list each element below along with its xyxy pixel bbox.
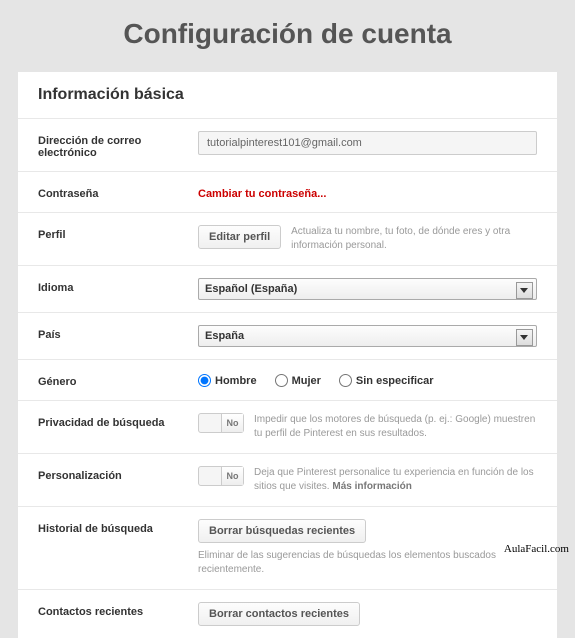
search-history-helper: Eliminar de las sugerencias de búsquedas… [198, 549, 537, 577]
label-personalization: Personalización [38, 466, 198, 482]
gender-radio-unspecified-input[interactable] [339, 374, 352, 387]
search-privacy-toggle-knob: No [221, 414, 243, 432]
row-gender: Género Hombre Mujer Sin especificar [18, 359, 557, 400]
row-language: Idioma Español (España) [18, 265, 557, 312]
row-profile: Perfil Editar perfil Actualiza tu nombre… [18, 212, 557, 265]
label-country: País [38, 325, 198, 341]
label-password: Contraseña [38, 184, 198, 200]
label-gender: Género [38, 372, 198, 388]
clear-recent-contacts-button[interactable]: Borrar contactos recientes [198, 602, 360, 626]
personalization-toggle[interactable]: No [198, 466, 244, 486]
gender-radio-group: Hombre Mujer Sin especificar [198, 372, 434, 387]
section-title: Información básica [18, 72, 557, 118]
row-search-history: Historial de búsqueda Borrar búsquedas r… [18, 506, 557, 589]
edit-profile-button[interactable]: Editar perfil [198, 225, 281, 249]
gender-radio-male-input[interactable] [198, 374, 211, 387]
label-recent-contacts: Contactos recientes [38, 602, 198, 618]
clear-search-history-button[interactable]: Borrar búsquedas recientes [198, 519, 366, 543]
label-search-privacy: Privacidad de búsqueda [38, 413, 198, 429]
gender-label-male: Hombre [215, 375, 257, 387]
gender-radio-unspecified[interactable]: Sin especificar [339, 374, 434, 387]
watermark: AulaFacil.com [504, 543, 569, 555]
gender-radio-female[interactable]: Mujer [275, 374, 321, 387]
change-password-link[interactable]: Cambiar tu contraseña... [198, 184, 326, 200]
row-email: Dirección de correo electrónico [18, 118, 557, 171]
settings-panel: Información básica Dirección de correo e… [18, 72, 557, 638]
row-country: País España [18, 312, 557, 359]
gender-label-female: Mujer [292, 375, 321, 387]
label-search-history: Historial de búsqueda [38, 519, 198, 535]
email-field[interactable] [198, 131, 537, 155]
personalization-toggle-knob: No [221, 467, 243, 485]
personalization-more-info-link[interactable]: Más información [332, 481, 411, 492]
search-privacy-helper: Impedir que los motores de búsqueda (p. … [254, 413, 537, 441]
gender-radio-male[interactable]: Hombre [198, 374, 257, 387]
language-select[interactable]: Español (España) [198, 278, 537, 300]
label-email: Dirección de correo electrónico [38, 131, 198, 159]
country-select[interactable]: España [198, 325, 537, 347]
row-password: Contraseña Cambiar tu contraseña... [18, 171, 557, 212]
language-select-wrap: Español (España) [198, 278, 537, 300]
gender-radio-female-input[interactable] [275, 374, 288, 387]
label-profile: Perfil [38, 225, 198, 241]
profile-helper: Actualiza tu nombre, tu foto, de dónde e… [291, 225, 537, 253]
label-language: Idioma [38, 278, 198, 294]
country-select-wrap: España [198, 325, 537, 347]
page-title: Configuración de cuenta [0, 0, 575, 72]
row-personalization: Personalización No Deja que Pinterest pe… [18, 453, 557, 506]
row-search-privacy: Privacidad de búsqueda No Impedir que lo… [18, 400, 557, 453]
gender-label-unspecified: Sin especificar [356, 375, 434, 387]
personalization-helper: Deja que Pinterest personalice tu experi… [254, 466, 537, 494]
row-recent-contacts: Contactos recientes Borrar contactos rec… [18, 589, 557, 638]
search-privacy-toggle[interactable]: No [198, 413, 244, 433]
